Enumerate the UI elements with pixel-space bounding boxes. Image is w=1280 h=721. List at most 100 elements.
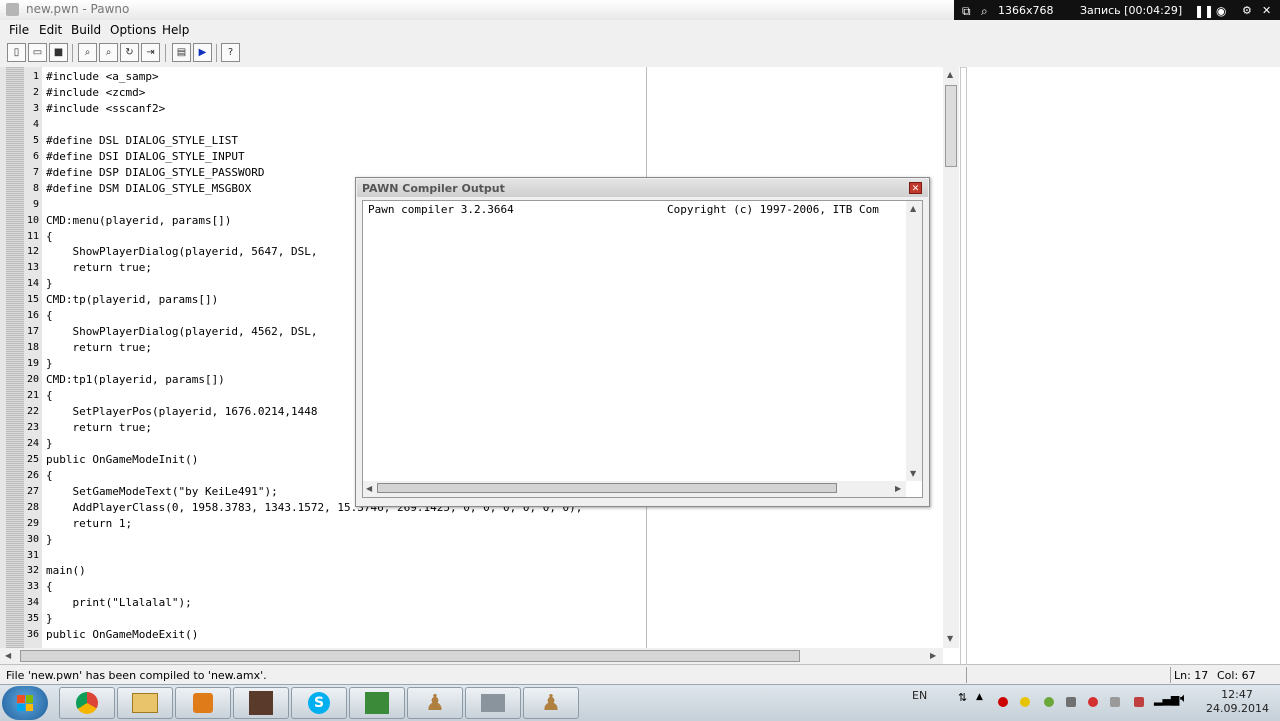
compiler-horizontal-scrollbar[interactable]: ◀ ▶ xyxy=(363,481,906,497)
new-file-icon[interactable]: ▯ xyxy=(7,43,26,62)
tray-arrows-icon[interactable]: ⇅ xyxy=(958,691,967,704)
language-indicator[interactable]: EN xyxy=(912,689,927,702)
tray-gray-icon[interactable] xyxy=(1066,697,1076,707)
line-number: 15 xyxy=(26,294,39,306)
line-number: 3 xyxy=(32,102,39,114)
taskbar-game[interactable] xyxy=(233,687,289,719)
start-button[interactable] xyxy=(2,686,48,720)
line-number: 2 xyxy=(32,86,39,98)
compiler-dialog-titlebar[interactable]: PAWN Compiler Output ✕ xyxy=(357,179,928,197)
code-line: SetGameModeText("by KeiLe491"); xyxy=(46,484,278,498)
line-number: 5 xyxy=(32,134,39,146)
cursor-line: Ln: 17 xyxy=(1174,669,1209,682)
menu-edit[interactable]: Edit xyxy=(39,23,62,37)
recorder-settings-icon[interactable]: ⚙ xyxy=(1242,4,1252,17)
taskbar-pawno-2[interactable]: ♟ xyxy=(523,687,579,719)
signal-icon[interactable]: ▂▄▆ xyxy=(1154,693,1179,706)
taskbar-skype[interactable]: S xyxy=(291,687,347,719)
line-number: 28 xyxy=(26,501,39,513)
tray-green-icon[interactable] xyxy=(1044,697,1054,707)
recorder-window-icon[interactable]: ⧉ xyxy=(962,4,971,19)
show-hidden-icons-icon[interactable]: ▲ xyxy=(976,692,983,702)
compile-run-icon[interactable]: ▶ xyxy=(193,43,212,62)
line-number: 24 xyxy=(26,437,39,449)
scroll-right-icon[interactable]: ▶ xyxy=(930,651,936,660)
line-number: 18 xyxy=(26,342,39,354)
recorder-pause-icon[interactable]: ❚❚ xyxy=(1194,4,1214,18)
save-file-icon[interactable]: ■ xyxy=(49,43,68,62)
editor-vertical-scrollbar[interactable]: ▲ ▼ xyxy=(943,67,959,648)
scroll-left-icon[interactable]: ◀ xyxy=(5,651,11,660)
taskbar-pawno-1[interactable]: ♟ xyxy=(407,687,463,719)
goto-line-icon[interactable]: ⇥ xyxy=(141,43,160,62)
tray-red-icon[interactable] xyxy=(998,697,1008,707)
replace-icon[interactable]: ↻ xyxy=(120,43,139,62)
pawn-icon: ♟ xyxy=(425,690,445,716)
scroll-down-icon[interactable]: ▼ xyxy=(947,634,953,643)
code-line: public OnGameModeInit() xyxy=(46,452,199,466)
compiler-horizontal-scroll-thumb[interactable] xyxy=(377,483,837,493)
toolbar-separator xyxy=(165,44,166,62)
code-line: CMD:tp1(playerid, params[]) xyxy=(46,373,225,387)
scroll-up-icon[interactable]: ▲ xyxy=(910,204,916,213)
line-number: 35 xyxy=(26,613,39,625)
windows-logo-icon xyxy=(17,695,33,711)
taskbar-app-green[interactable] xyxy=(349,687,405,719)
tray-record-icon[interactable] xyxy=(1088,697,1098,707)
recorder-close-icon[interactable]: ✕ xyxy=(1262,4,1271,17)
line-number: 29 xyxy=(26,517,39,529)
find-icon[interactable]: ⌕ xyxy=(78,43,97,62)
compiler-vertical-scrollbar[interactable]: ▲ ▼ xyxy=(906,201,922,481)
editor-horizontal-scroll-thumb[interactable] xyxy=(20,650,800,662)
line-number: 17 xyxy=(26,326,39,338)
scroll-right-icon[interactable]: ▶ xyxy=(895,484,901,493)
menu-options[interactable]: Options xyxy=(110,23,156,37)
scroll-down-icon[interactable]: ▼ xyxy=(910,469,916,478)
menu-build[interactable]: Build xyxy=(71,23,101,37)
code-line: } xyxy=(46,612,53,626)
taskbar-chrome[interactable] xyxy=(59,687,115,719)
taskbar-media-player[interactable] xyxy=(175,687,231,719)
tray-yellow-icon[interactable] xyxy=(1020,697,1030,707)
compiler-output-area[interactable]: Pawn compiler 3.2.3664 Copyright (c) 199… xyxy=(362,200,923,498)
skype-icon: S xyxy=(308,692,330,714)
compiler-output-dialog: PAWN Compiler Output ✕ Pawn compiler 3.2… xyxy=(355,177,930,507)
code-line: #include <zcmd> xyxy=(46,85,146,99)
menu-file[interactable]: File xyxy=(9,23,29,37)
code-line: return 1; xyxy=(46,516,133,530)
code-line: { xyxy=(46,580,53,594)
drive-icon xyxy=(481,694,505,712)
code-line: #include <a_samp> xyxy=(46,70,159,83)
tray-flag-icon[interactable] xyxy=(1110,697,1120,707)
tray-network-alert-icon[interactable] xyxy=(1134,697,1144,707)
find-next-icon[interactable]: ⌕ xyxy=(99,43,118,62)
line-number: 14 xyxy=(26,278,39,290)
code-line: { xyxy=(46,468,53,482)
volume-icon[interactable]: 🔈︎ xyxy=(1180,691,1188,706)
toolbar-separator xyxy=(216,44,217,62)
scroll-left-icon[interactable]: ◀ xyxy=(366,484,372,493)
close-icon[interactable]: ✕ xyxy=(909,182,922,194)
recorder-zoom-icon[interactable]: ⌕ xyxy=(981,4,988,19)
help-icon[interactable]: ? xyxy=(221,43,240,62)
taskbar-explorer[interactable] xyxy=(117,687,173,719)
scroll-up-icon[interactable]: ▲ xyxy=(947,70,953,79)
compiler-dialog-title: PAWN Compiler Output xyxy=(362,182,505,195)
line-number: 26 xyxy=(26,469,39,481)
line-number: 33 xyxy=(26,581,39,593)
open-file-icon[interactable]: ▭ xyxy=(28,43,47,62)
line-number: 32 xyxy=(26,565,39,577)
code-line: } xyxy=(46,357,53,371)
system-clock[interactable]: 12:47 24.09.2014 xyxy=(1206,688,1269,716)
editor-vertical-scroll-thumb[interactable] xyxy=(945,85,957,167)
menu-bar: File Edit Build Options Help xyxy=(0,20,1280,39)
compile-options-icon[interactable]: ▤ xyxy=(172,43,191,62)
recorder-status: Запись [00:04:29] xyxy=(1080,4,1183,17)
editor-horizontal-scrollbar[interactable]: ◀ ▶ xyxy=(0,648,943,664)
recorder-camera-icon[interactable]: ◉ xyxy=(1216,4,1226,18)
code-line: } xyxy=(46,436,53,450)
line-number: 9 xyxy=(32,198,39,210)
compiler-version-text: Pawn compiler 3.2.3664 xyxy=(368,203,514,216)
menu-help[interactable]: Help xyxy=(162,23,189,37)
taskbar-app-gray[interactable] xyxy=(465,687,521,719)
